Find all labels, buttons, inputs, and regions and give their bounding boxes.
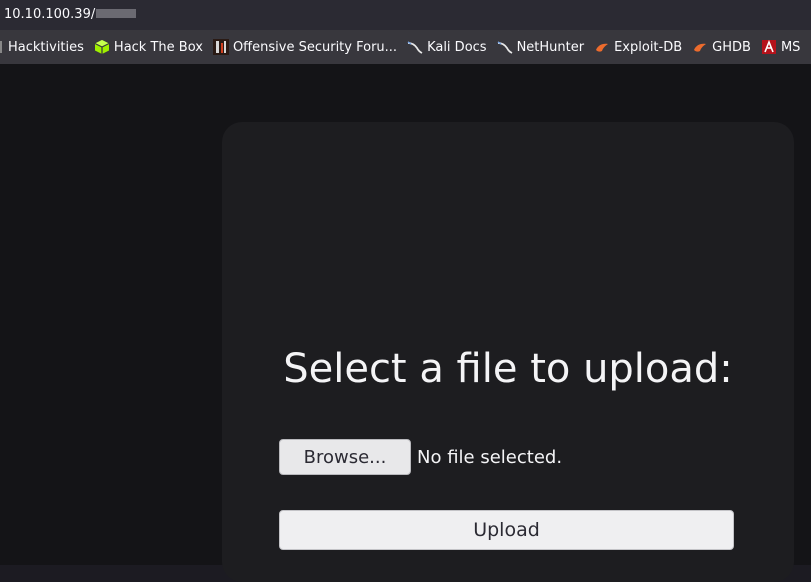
url-field[interactable]: 10.10.100.39/: [4, 6, 137, 24]
kali-dragon-icon: [407, 39, 423, 55]
htb-cube-icon: [94, 39, 110, 55]
bookmark-label: Offensive Security Foru...: [232, 39, 398, 55]
bookmark-nethunter[interactable]: NetHunter: [497, 39, 585, 55]
offsec-icon: [212, 39, 229, 55]
upload-button[interactable]: Upload: [279, 510, 734, 550]
browse-button[interactable]: Browse...: [279, 439, 411, 475]
bookmark-label: Hacktivities: [8, 39, 84, 55]
bookmark-label: Kali Docs: [427, 39, 487, 55]
bookmark-hacktivities[interactable]: Hacktivities: [0, 39, 84, 55]
url-redacted-path: [96, 9, 137, 18]
file-input[interactable]: Browse... No file selected.: [279, 439, 562, 475]
thm-icon: [0, 39, 4, 55]
page-title: Select a file to upload:: [283, 346, 733, 392]
bookmark-ghdb[interactable]: GHDB: [692, 39, 751, 55]
bookmark-msfu[interactable]: MS: [761, 39, 800, 55]
bookmark-label: NetHunter: [516, 39, 585, 55]
bookmark-exploit-db[interactable]: Exploit-DB: [594, 39, 682, 55]
exploitdb-icon: [692, 39, 708, 55]
bookmark-label: Exploit-DB: [614, 39, 683, 55]
bookmark-kali-docs[interactable]: Kali Docs: [407, 39, 487, 55]
bookmark-label: MS: [780, 39, 801, 55]
msfu-icon: [761, 39, 777, 55]
url-text: 10.10.100.39/: [4, 7, 96, 22]
address-bar[interactable]: 10.10.100.39/: [0, 0, 811, 30]
bookmark-label: Hack The Box: [113, 39, 203, 55]
kali-dragon-icon: [497, 39, 513, 55]
page-content: Select a file to upload: Browse... No fi…: [0, 64, 811, 582]
bookmarks-toolbar: Hacktivities Hack The Box Offensive Secu…: [0, 30, 811, 64]
file-status-text: No file selected.: [417, 446, 563, 468]
exploitdb-icon: [594, 39, 610, 55]
bookmark-label: GHDB: [712, 39, 751, 55]
bookmark-hack-the-box[interactable]: Hack The Box: [94, 39, 203, 55]
bookmark-offensive-security-forums[interactable]: Offensive Security Foru...: [212, 39, 398, 55]
